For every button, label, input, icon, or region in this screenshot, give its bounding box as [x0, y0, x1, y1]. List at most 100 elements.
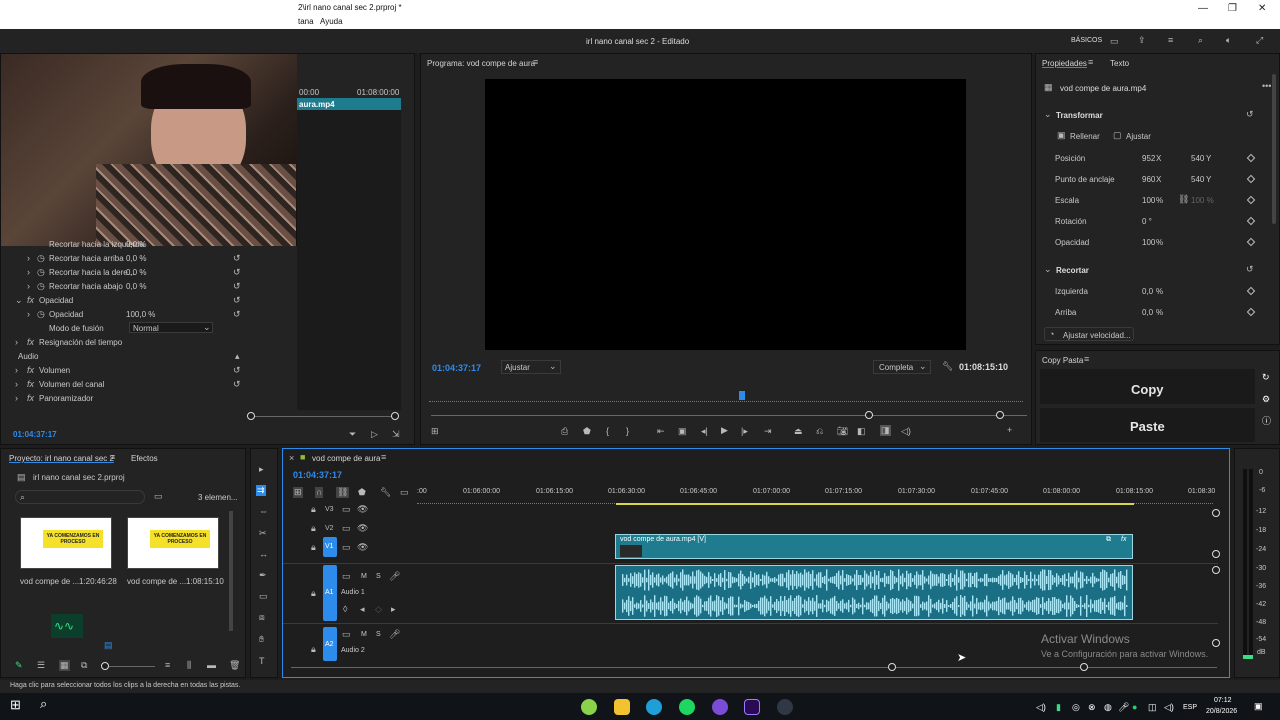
opacity-value[interactable]: 100,0 % [126, 310, 155, 319]
tab-properties[interactable]: Propiedades [1042, 59, 1087, 68]
panel-menu-icon[interactable]: ≡ [110, 453, 115, 462]
fit-select[interactable]: Ajustar ⌄ [501, 360, 561, 374]
fit-icon[interactable]: ▢ [1113, 131, 1122, 140]
lock-icon[interactable]: 🔒︎ [311, 505, 316, 514]
ripple-edit-icon[interactable]: ⇔ [259, 507, 268, 516]
mark-out-icon[interactable]: } [626, 427, 629, 436]
add-icon[interactable]: + [1007, 426, 1012, 435]
tray-app-icon[interactable]: ▮ [1056, 703, 1061, 712]
fill-button[interactable]: Rellenar [1070, 132, 1100, 141]
anchor-y[interactable]: 540 [1191, 175, 1204, 184]
info-icon[interactable]: ⓘ [1262, 417, 1271, 426]
tab-program[interactable]: Programa: vod compe de aura [427, 59, 535, 68]
blend-mode-select[interactable]: Normal ⌄ [129, 322, 213, 333]
collapse-icon[interactable]: ⌄ [1044, 110, 1052, 119]
network-icon[interactable]: ◫ [1148, 703, 1157, 712]
safe-margins-icon[interactable]: ▣ [678, 427, 687, 436]
fullscreen-icon[interactable]: ⤢ [1256, 36, 1263, 45]
transform-tool-icon[interactable]: ⧈ [259, 613, 265, 622]
camera-icon[interactable]: 📷︎ [837, 427, 848, 436]
crop-top-value[interactable]: 0,0 % [126, 254, 146, 263]
lock-icon[interactable]: 🔒︎ [311, 543, 316, 552]
lock-icon[interactable]: 🔒︎ [311, 524, 316, 533]
slider-handle[interactable] [101, 662, 109, 670]
timeline-timecode[interactable]: 01:04:37:17 [293, 470, 342, 480]
keyframe-icon[interactable] [1246, 286, 1256, 296]
refresh-icon[interactable]: ↻ [1262, 373, 1270, 382]
stopwatch-icon[interactable]: ◷ [37, 282, 45, 291]
gear-icon[interactable]: ⚙︎ [1262, 395, 1270, 404]
zoom-handle-right[interactable] [391, 412, 399, 420]
zoom-handle-left[interactable] [865, 411, 873, 419]
lock-icon[interactable]: 🔒︎ [311, 589, 316, 598]
anchor-x[interactable]: 960 [1142, 175, 1155, 184]
link-icon[interactable]: ⛓︎ [1178, 195, 1189, 204]
reset-icon[interactable]: ↺ [233, 282, 241, 291]
collapse-icon[interactable]: ⌄ [1044, 265, 1052, 274]
tab-sequence[interactable]: vod compe de aura [312, 454, 381, 463]
next-keyframe-icon[interactable]: ▸ [391, 605, 396, 614]
filter-icon[interactable]: ⏷ [349, 430, 356, 439]
position-y[interactable]: 540 [1191, 154, 1204, 163]
expand-icon[interactable]: › [27, 282, 30, 291]
microphone-icon[interactable]: 🎤︎ [389, 572, 400, 581]
close-tab-icon[interactable]: × [289, 454, 294, 463]
scale-value[interactable]: 100 [1142, 196, 1155, 205]
reset-icon[interactable]: ↺ [233, 268, 241, 277]
slip-tool-icon[interactable]: ↔ [259, 550, 268, 559]
eye-icon[interactable]: 👁︎ [357, 524, 368, 533]
expand-icon[interactable]: › [15, 366, 18, 375]
expand-icon[interactable]: › [27, 268, 30, 277]
keyframe-icon[interactable] [1246, 195, 1256, 205]
opacity-value[interactable]: 100 [1142, 238, 1155, 247]
copy-button[interactable]: Copy [1040, 369, 1255, 404]
mark-in-icon[interactable]: { [606, 427, 609, 436]
tray-chevron-icon[interactable]: ◁) [1036, 703, 1046, 712]
volume-icon[interactable]: 🔈︎ [1226, 36, 1231, 45]
premiere-pro-icon[interactable] [744, 699, 760, 715]
type-tool-icon[interactable]: T [259, 657, 265, 666]
settings-icon[interactable]: ⊞ [431, 427, 439, 436]
windows-start-icon[interactable]: ⊞ [10, 698, 21, 711]
keyframe-icon[interactable] [1246, 174, 1256, 184]
add-keyframe-icon[interactable]: ◇ [375, 605, 382, 614]
microphone-icon[interactable]: 🎤︎ [1118, 703, 1129, 712]
program-timecode[interactable]: 01:04:37:17 [432, 363, 481, 373]
file-explorer-icon[interactable] [614, 699, 630, 715]
rectangle-tool-icon[interactable]: ▭ [259, 592, 268, 601]
tab-text[interactable]: Texto [1110, 59, 1129, 68]
toggle-output-icon[interactable]: ▭ [342, 524, 351, 533]
scrollbar[interactable] [1272, 74, 1276, 224]
playhead[interactable] [739, 391, 745, 400]
source-timecode[interactable]: 01:04:37:17 [13, 430, 57, 439]
timeline-horizontal-scroll[interactable] [291, 667, 1217, 668]
scroll-handle-top[interactable] [1212, 509, 1220, 517]
folder-icon[interactable]: ▬ [207, 661, 216, 670]
go-to-in-icon[interactable]: ⇤ [657, 427, 665, 436]
audio-thumbnail[interactable]: ∿∿ [51, 614, 83, 638]
workspace-icon[interactable]: ▭ [1110, 37, 1119, 46]
fill-icon[interactable]: ▣ [1057, 131, 1066, 140]
menu-icon[interactable]: ≡ [1168, 36, 1173, 45]
mute-button[interactable]: M [361, 631, 367, 638]
panel-menu-icon[interactable]: ≡ [1088, 58, 1093, 67]
scroll-handle-bottom[interactable] [1212, 639, 1220, 647]
step-back-icon[interactable]: ◂| [701, 427, 708, 436]
track-a2-target[interactable]: A2 [323, 627, 337, 661]
spotify-tray-icon[interactable]: ● [1132, 703, 1137, 712]
crop-left-value[interactable]: 0,0 [1142, 287, 1153, 296]
maximize-icon[interactable]: ❐ [1228, 3, 1237, 14]
expand-icon[interactable]: › [15, 380, 18, 389]
search-icon[interactable]: ⌕ [40, 697, 47, 710]
project-thumbnail[interactable]: YA COMENZAMOS EN PROCESO [20, 517, 112, 569]
quality-select[interactable]: Completa ⌄ [873, 360, 931, 374]
zoom-handle-right[interactable] [1080, 663, 1088, 671]
lock-icon[interactable]: 🔒︎ [311, 645, 316, 654]
toggle-output-icon[interactable]: ▭ [342, 630, 351, 639]
program-ruler[interactable] [429, 394, 1023, 402]
search-icon[interactable]: ⌕ [1198, 36, 1203, 45]
video-preview[interactable] [485, 79, 966, 350]
speaker-icon[interactable]: ◁) [901, 427, 911, 436]
keyframe-icon[interactable] [1246, 153, 1256, 163]
project-search-input[interactable]: ⌕ [15, 490, 145, 504]
